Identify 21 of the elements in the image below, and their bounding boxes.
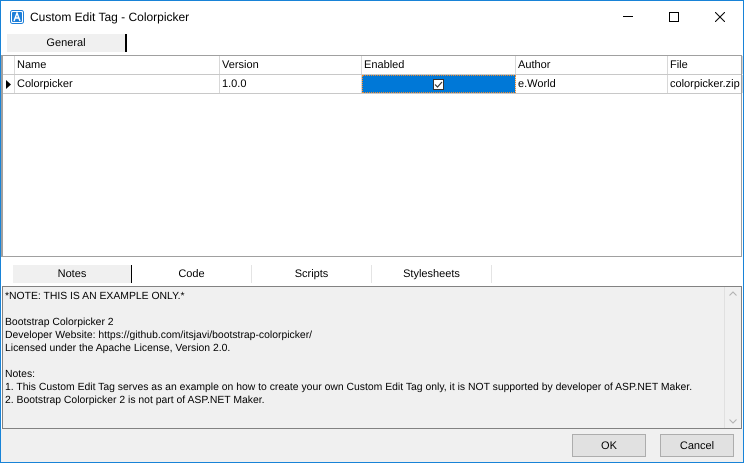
note-line: 2. Bootstrap Colorpicker 2 is not part of ASP.NET Maker. — [5, 394, 266, 407]
note-line: *NOTE: THIS IS AN EXAMPLE ONLY.* — [5, 290, 186, 303]
tab[interactable]: Notes — [13, 265, 133, 283]
note-line: Notes: — [5, 368, 36, 381]
note-line: Developer Website: https://github.com/itsjavi/bootstrap-colorpicker/ — [5, 329, 314, 342]
table-cell: Colorpicker — [15, 75, 220, 93]
tab[interactable]: Code — [132, 265, 252, 283]
window-title: Custom Edit Tag - Colorpicker — [30, 10, 190, 24]
note-line: Bootstrap Colorpicker 2 — [5, 316, 115, 329]
note-line: 1. This Custom Edit Tag serves as an example on how to create your own Custom Edit Tag only, it is NOT supported by developer of ASP.NET Maker. — [5, 381, 694, 394]
ok-button[interactable]: OK — [572, 434, 646, 457]
cancel-button[interactable]: Cancel — [660, 434, 734, 457]
table-cell: colorpicker.zip — [668, 75, 743, 93]
column-header[interactable]: Enabled — [362, 56, 516, 74]
tab[interactable]: General — [7, 34, 127, 52]
note-line: Licensed under the Apache License, Version 2.0. — [5, 342, 232, 355]
column-header[interactable]: Author — [516, 56, 668, 74]
column-header[interactable]: File — [668, 56, 743, 74]
column-header[interactable]: Version — [220, 56, 362, 74]
table-cell: e.World — [516, 75, 668, 93]
column-header[interactable]: Name — [15, 56, 220, 74]
